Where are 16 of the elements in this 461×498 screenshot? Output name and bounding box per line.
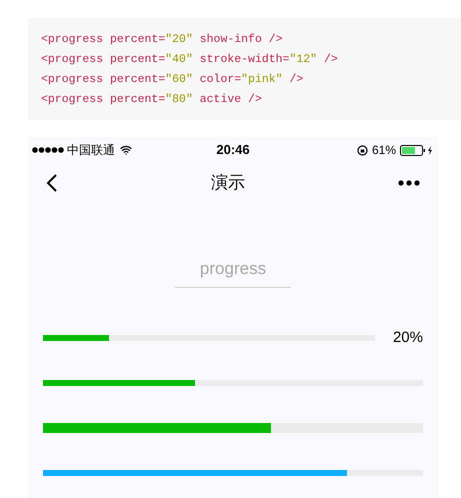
battery-icon (400, 144, 434, 156)
status-time: 20:46 (215, 141, 251, 160)
code-line: <progress percent="80" active /> (41, 92, 262, 108)
nav-title: 演示 (210, 172, 246, 194)
battery-percent: 61% (372, 142, 396, 159)
back-icon[interactable] (46, 173, 58, 193)
code-line: <progress percent="60" color="pink" /> (41, 72, 304, 88)
more-icon[interactable] (398, 180, 420, 186)
input-field[interactable]: progress (175, 250, 291, 288)
code-line: <progress percent="40" stroke-width="12" /> (41, 52, 338, 68)
carrier-name: 中国联通 (67, 142, 115, 159)
progress-percent: 20% (392, 328, 423, 348)
code-line: <progress percent="20" show-info /> (41, 32, 283, 48)
signal-icon (32, 147, 65, 153)
wifi-icon (120, 144, 132, 156)
rotation-lock-icon (356, 144, 368, 156)
